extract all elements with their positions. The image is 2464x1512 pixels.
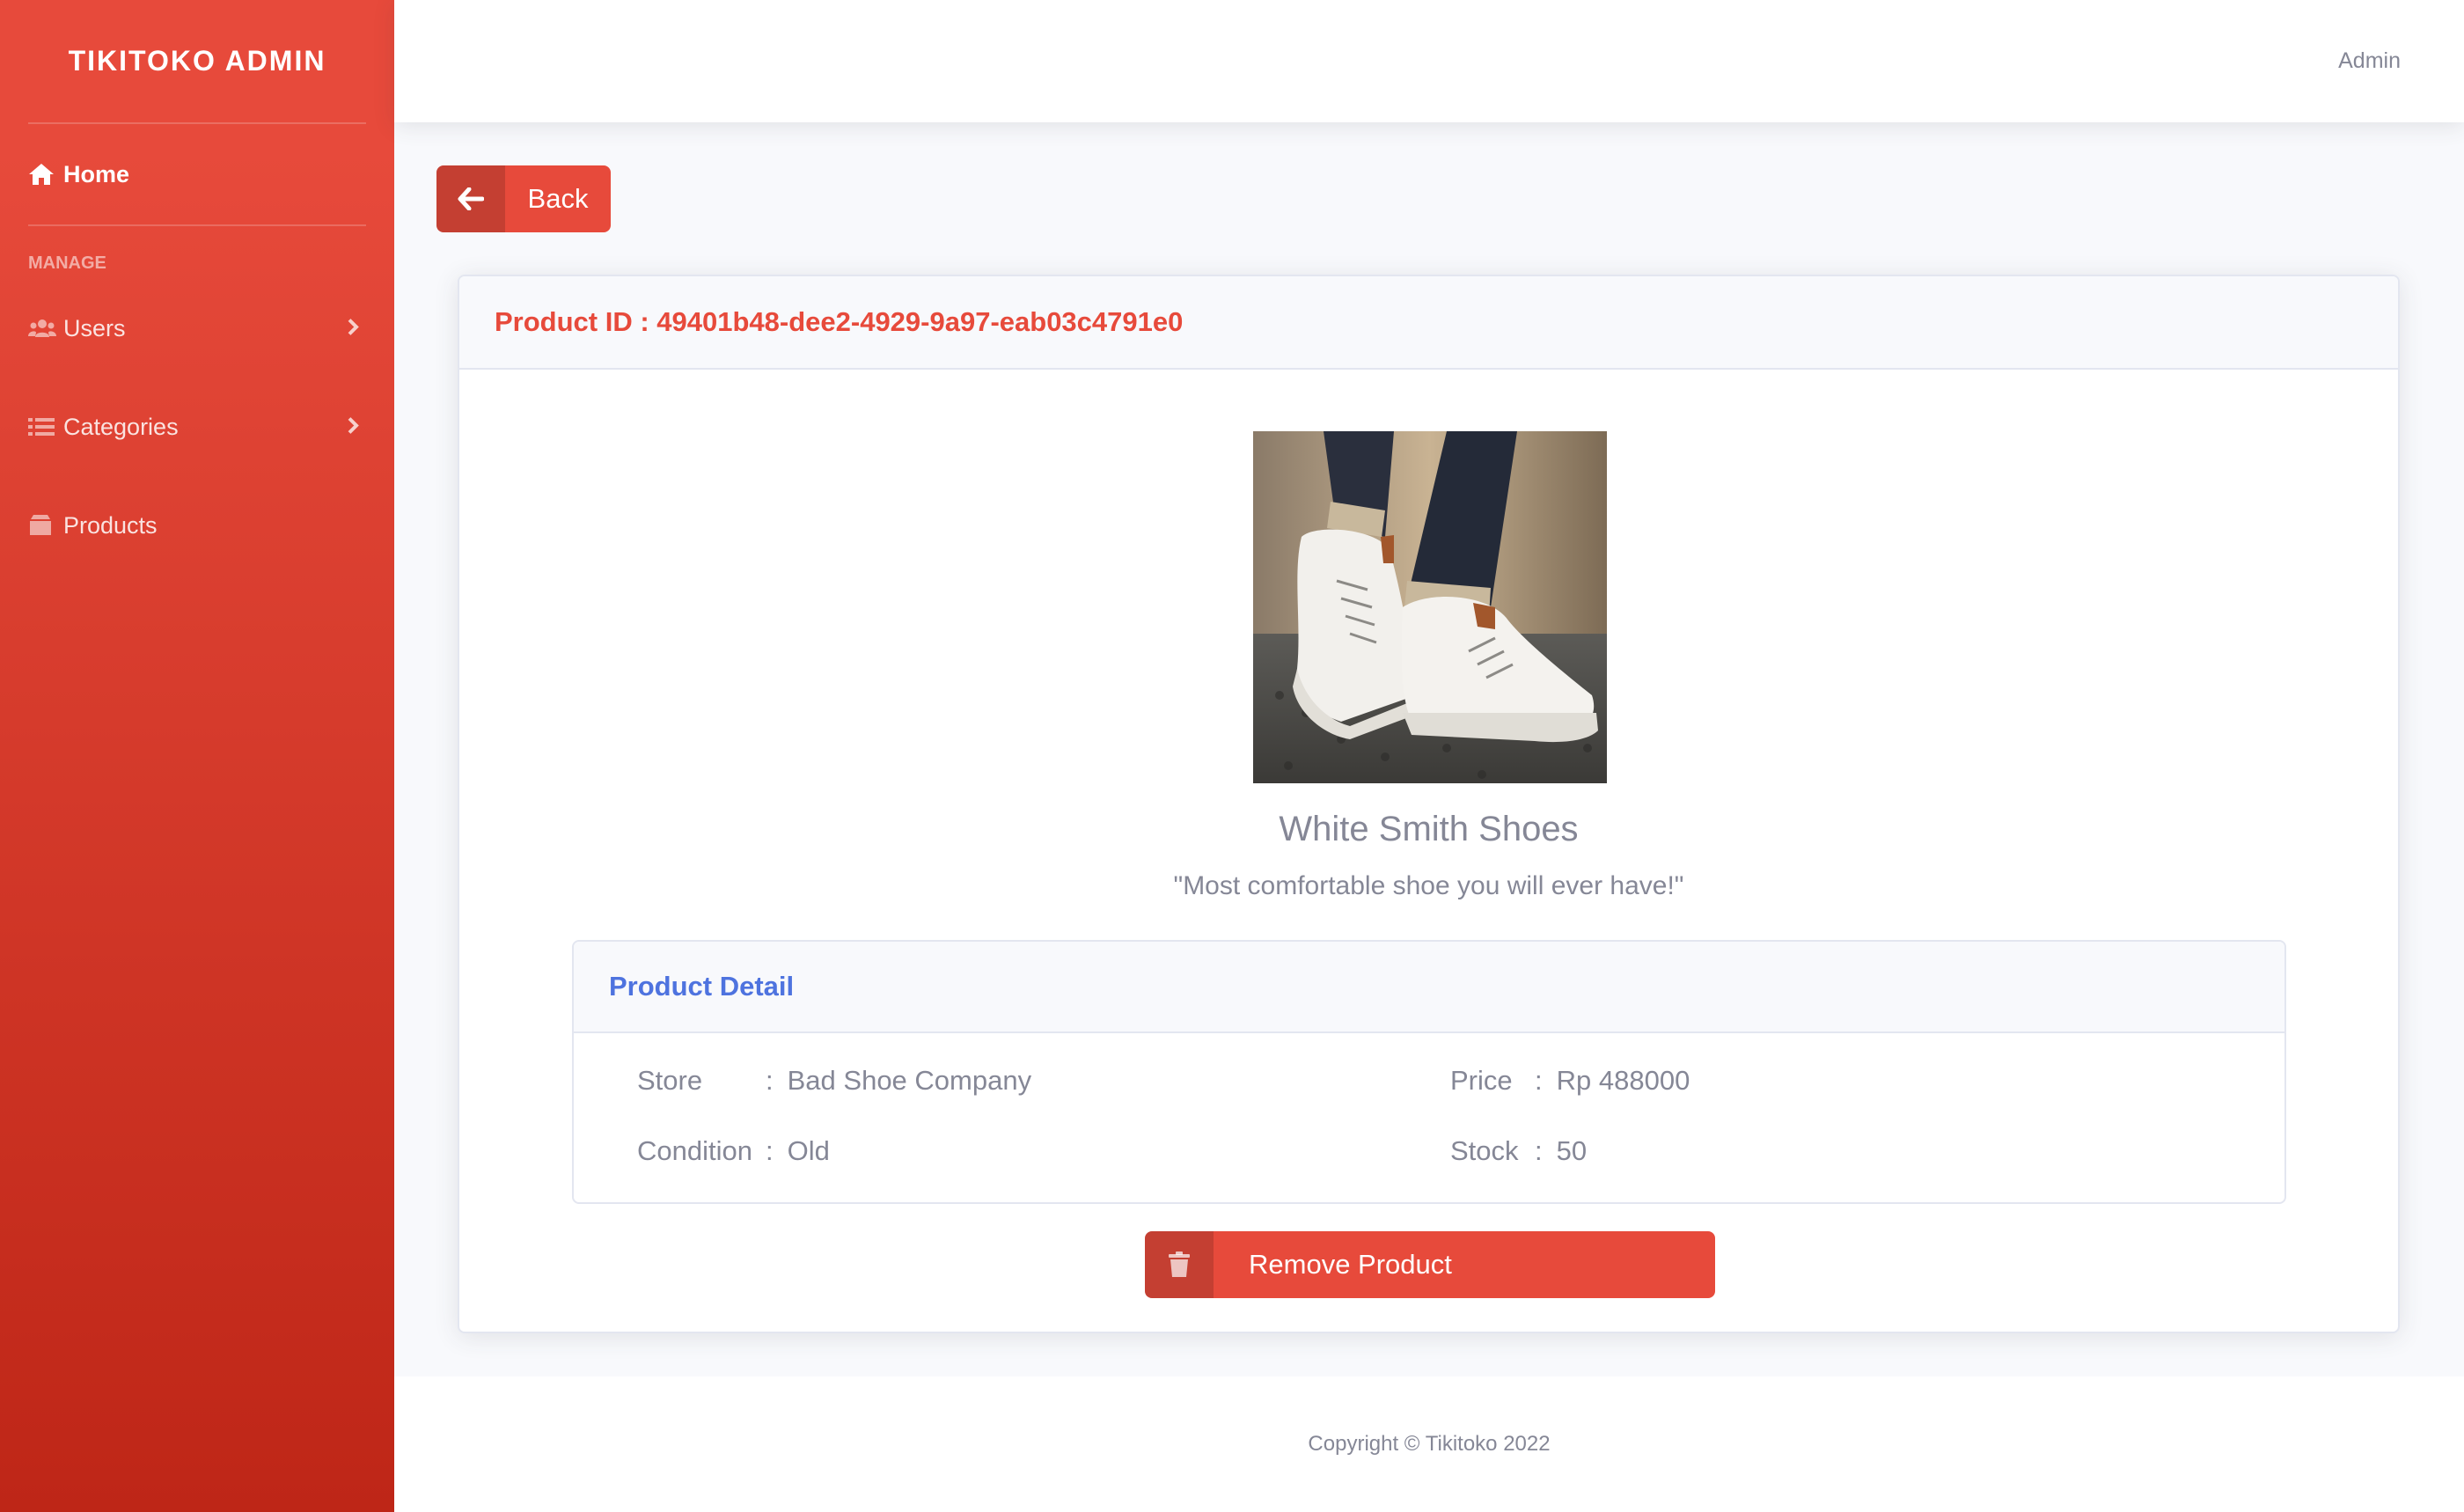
chevron-right-icon — [347, 414, 359, 441]
field-separator: : — [766, 1065, 774, 1096]
sidebar-item-users[interactable]: Users — [0, 279, 394, 378]
product-image — [1253, 431, 1607, 783]
field-stock: Stock : 50 — [1450, 1135, 1587, 1167]
sidebar-item-home[interactable]: Home — [0, 124, 394, 224]
sidebar-item-label: Users — [63, 314, 126, 341]
field-condition: Condition : Old — [637, 1135, 830, 1167]
product-detail-title: Product Detail — [574, 942, 2284, 1033]
footer: Copyright © Tikitoko 2022 — [394, 1376, 2464, 1512]
home-icon — [28, 163, 63, 186]
field-label: Price — [1450, 1065, 1513, 1096]
field-price: Price : Rp 488000 — [1450, 1065, 1690, 1097]
product-id-title: Product ID : 49401b48-dee2-4929-9a97-eab… — [459, 276, 2398, 370]
sidebar-item-label: Categories — [63, 413, 179, 440]
product-card: Product ID : 49401b48-dee2-4929-9a97-eab… — [458, 275, 2400, 1333]
sidebar-item-categories[interactable]: Categories — [0, 378, 394, 476]
field-separator: : — [766, 1135, 774, 1166]
field-label: Stock — [1450, 1135, 1519, 1166]
arrow-left-icon — [436, 165, 505, 232]
remove-product-button[interactable]: Remove Product — [1145, 1231, 1715, 1298]
field-value: Bad Shoe Company — [787, 1065, 1032, 1096]
list-icon — [28, 416, 63, 437]
sidebar: TIKITOKO ADMIN Home MANAGE Users Categor… — [0, 0, 394, 1512]
field-label: Store — [637, 1065, 703, 1096]
field-value: Rp 488000 — [1556, 1065, 1690, 1096]
user-menu[interactable]: Admin — [2338, 48, 2401, 74]
sidebar-item-label: Products — [63, 511, 158, 539]
field-value: 50 — [1556, 1135, 1588, 1166]
product-description: "Most comfortable shoe you will ever hav… — [1173, 871, 1684, 900]
trash-icon — [1145, 1231, 1214, 1298]
brand-title[interactable]: TIKITOKO ADMIN — [0, 0, 394, 122]
chevron-right-icon — [347, 315, 359, 342]
back-button-label: Back — [527, 183, 589, 214]
sidebar-heading: MANAGE — [28, 253, 106, 273]
users-icon — [28, 318, 63, 339]
product-detail-panel: Product Detail Store : Bad Shoe Company … — [572, 940, 2286, 1204]
field-separator: : — [1535, 1065, 1543, 1096]
sidebar-item-label: Home — [63, 160, 130, 187]
field-value: Old — [787, 1135, 830, 1166]
back-button[interactable]: Back — [436, 165, 611, 232]
field-label: Condition — [637, 1135, 752, 1166]
box-icon — [28, 514, 63, 537]
remove-product-label: Remove Product — [1249, 1249, 1452, 1280]
sidebar-item-products[interactable]: Products — [0, 476, 394, 575]
product-name: White Smith Shoes — [1279, 810, 1579, 848]
topbar: Admin — [394, 0, 2464, 122]
copyright-text: Copyright © Tikitoko 2022 — [1308, 1432, 1551, 1456]
field-store: Store : Bad Shoe Company — [637, 1065, 1031, 1097]
field-separator: : — [1535, 1135, 1543, 1166]
